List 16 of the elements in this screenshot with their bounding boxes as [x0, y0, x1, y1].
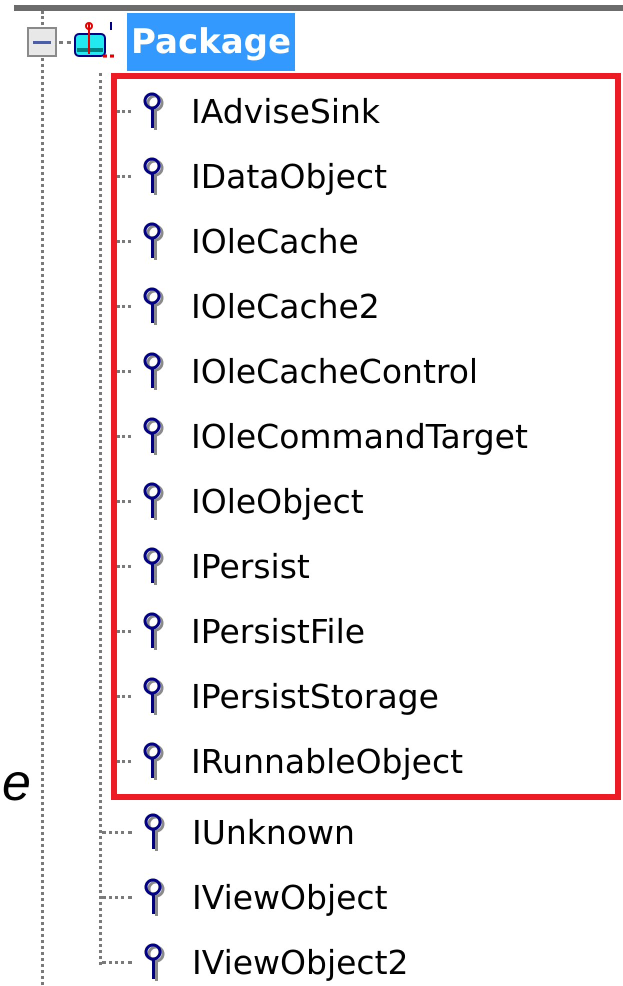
- side-note: e: [1, 753, 32, 813]
- tree-item-label[interactable]: IPersistStorage: [191, 677, 439, 716]
- tree-item-label[interactable]: IDataObject: [191, 157, 388, 196]
- tree-item-label[interactable]: IOleCache2: [191, 287, 380, 326]
- tree-item-label[interactable]: IOleCacheControl: [191, 352, 478, 391]
- tree-item-label[interactable]: IUnknown: [192, 813, 355, 852]
- tree-item-label[interactable]: IAdviseSink: [191, 92, 380, 131]
- tree-item-label[interactable]: IOleCommandTarget: [191, 417, 528, 456]
- tree-item-label[interactable]: IViewObject: [192, 878, 388, 917]
- tree-item-label[interactable]: IOleObject: [191, 482, 364, 521]
- tree-item-label[interactable]: IPersist: [191, 547, 310, 586]
- collapse-toggle[interactable]: [27, 27, 57, 57]
- tree-item-label[interactable]: IRunnableObject: [191, 742, 464, 781]
- tree-item-label[interactable]: IPersistFile: [191, 612, 366, 651]
- tree-item-label[interactable]: IViewObject2: [192, 943, 409, 982]
- tree-item-label[interactable]: IOleCache: [191, 222, 359, 261]
